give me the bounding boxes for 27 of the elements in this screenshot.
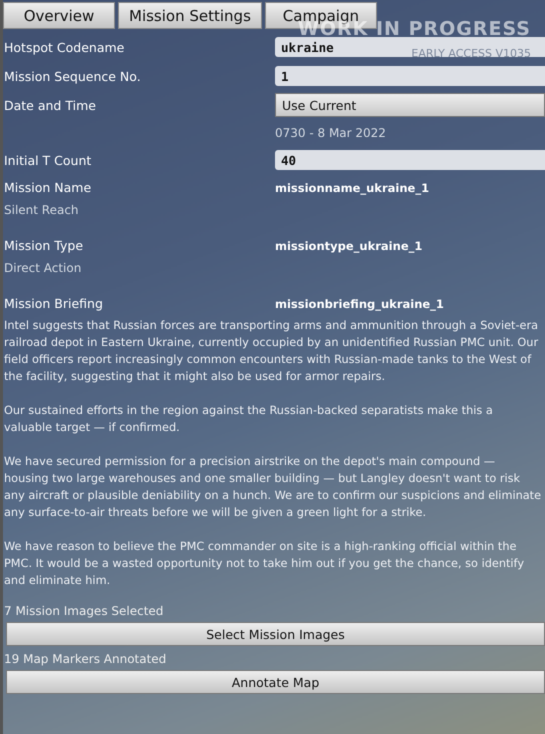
field-label: Hotspot Codename xyxy=(4,40,126,54)
tab[interactable]: Overview xyxy=(3,2,115,29)
action-button[interactable]: Annotate Map xyxy=(6,670,545,694)
field-note: 0730 - 8 Mar 2022 xyxy=(275,126,386,140)
input-field[interactable]: 40 xyxy=(275,150,545,170)
action-button[interactable]: Select Mission Images xyxy=(6,622,545,646)
status-text: 7 Mission Images Selected xyxy=(4,604,164,620)
status-text: 19 Map Markers Annotated xyxy=(4,652,168,668)
briefing-paragraph: Our sustained efforts in the region against the Russian-backed separatists make this a valuable target — if confirmed. xyxy=(4,403,494,436)
field-label: Mission Name xyxy=(4,180,92,195)
input-field[interactable]: 1 xyxy=(275,66,545,86)
briefing-paragraph: We have reason to believe the PMC commander on site is a high-ranking official within the PMC. It would be a wasted opportunity not to take him out if you get the chance, so identify and eliminate him. xyxy=(4,539,526,589)
overlay-subtitle: EARLY ACCESS V1035 xyxy=(411,47,531,60)
field-label: Mission Type xyxy=(4,238,84,253)
text-key: missionname_ukraine_1 xyxy=(275,180,430,194)
field-label: Date and Time xyxy=(4,98,97,112)
field-label: Initial T Count xyxy=(4,152,92,168)
tab[interactable]: Mission Settings xyxy=(118,2,262,29)
text-key: missionbriefing_ukraine_1 xyxy=(275,296,444,310)
field-label: Mission Briefing xyxy=(4,296,104,311)
field-label: Mission Sequence No. xyxy=(4,68,142,84)
field-note: Silent Reach xyxy=(4,203,79,217)
dropdown[interactable]: Use Current xyxy=(275,93,545,117)
text-key: missiontype_ukraine_1 xyxy=(275,238,422,252)
briefing-paragraph: Intel suggests that Russian forces are transporting arms and ammunition through a Soviet-era railroad depot in Eastern Ukraine, currently occupied by an unidentified Russian PMC unit. Our field officers report increasingly common encounters with Russian-made tanks to the West of the facility, suggesting that it might also be used for armor repairs. xyxy=(4,318,540,385)
field-note: Direct Action xyxy=(4,261,82,275)
briefing-paragraph: We have secured permission for a precision airstrike on the depot's main compound — housing two large warehouses and one smaller building — but Langley doesn't want to risk any aircraft or plausible deniability on a hunch. We are to confirm our suspicions and eliminate any surface-to-air threats before we will be given a green light for a strike. xyxy=(4,454,542,521)
